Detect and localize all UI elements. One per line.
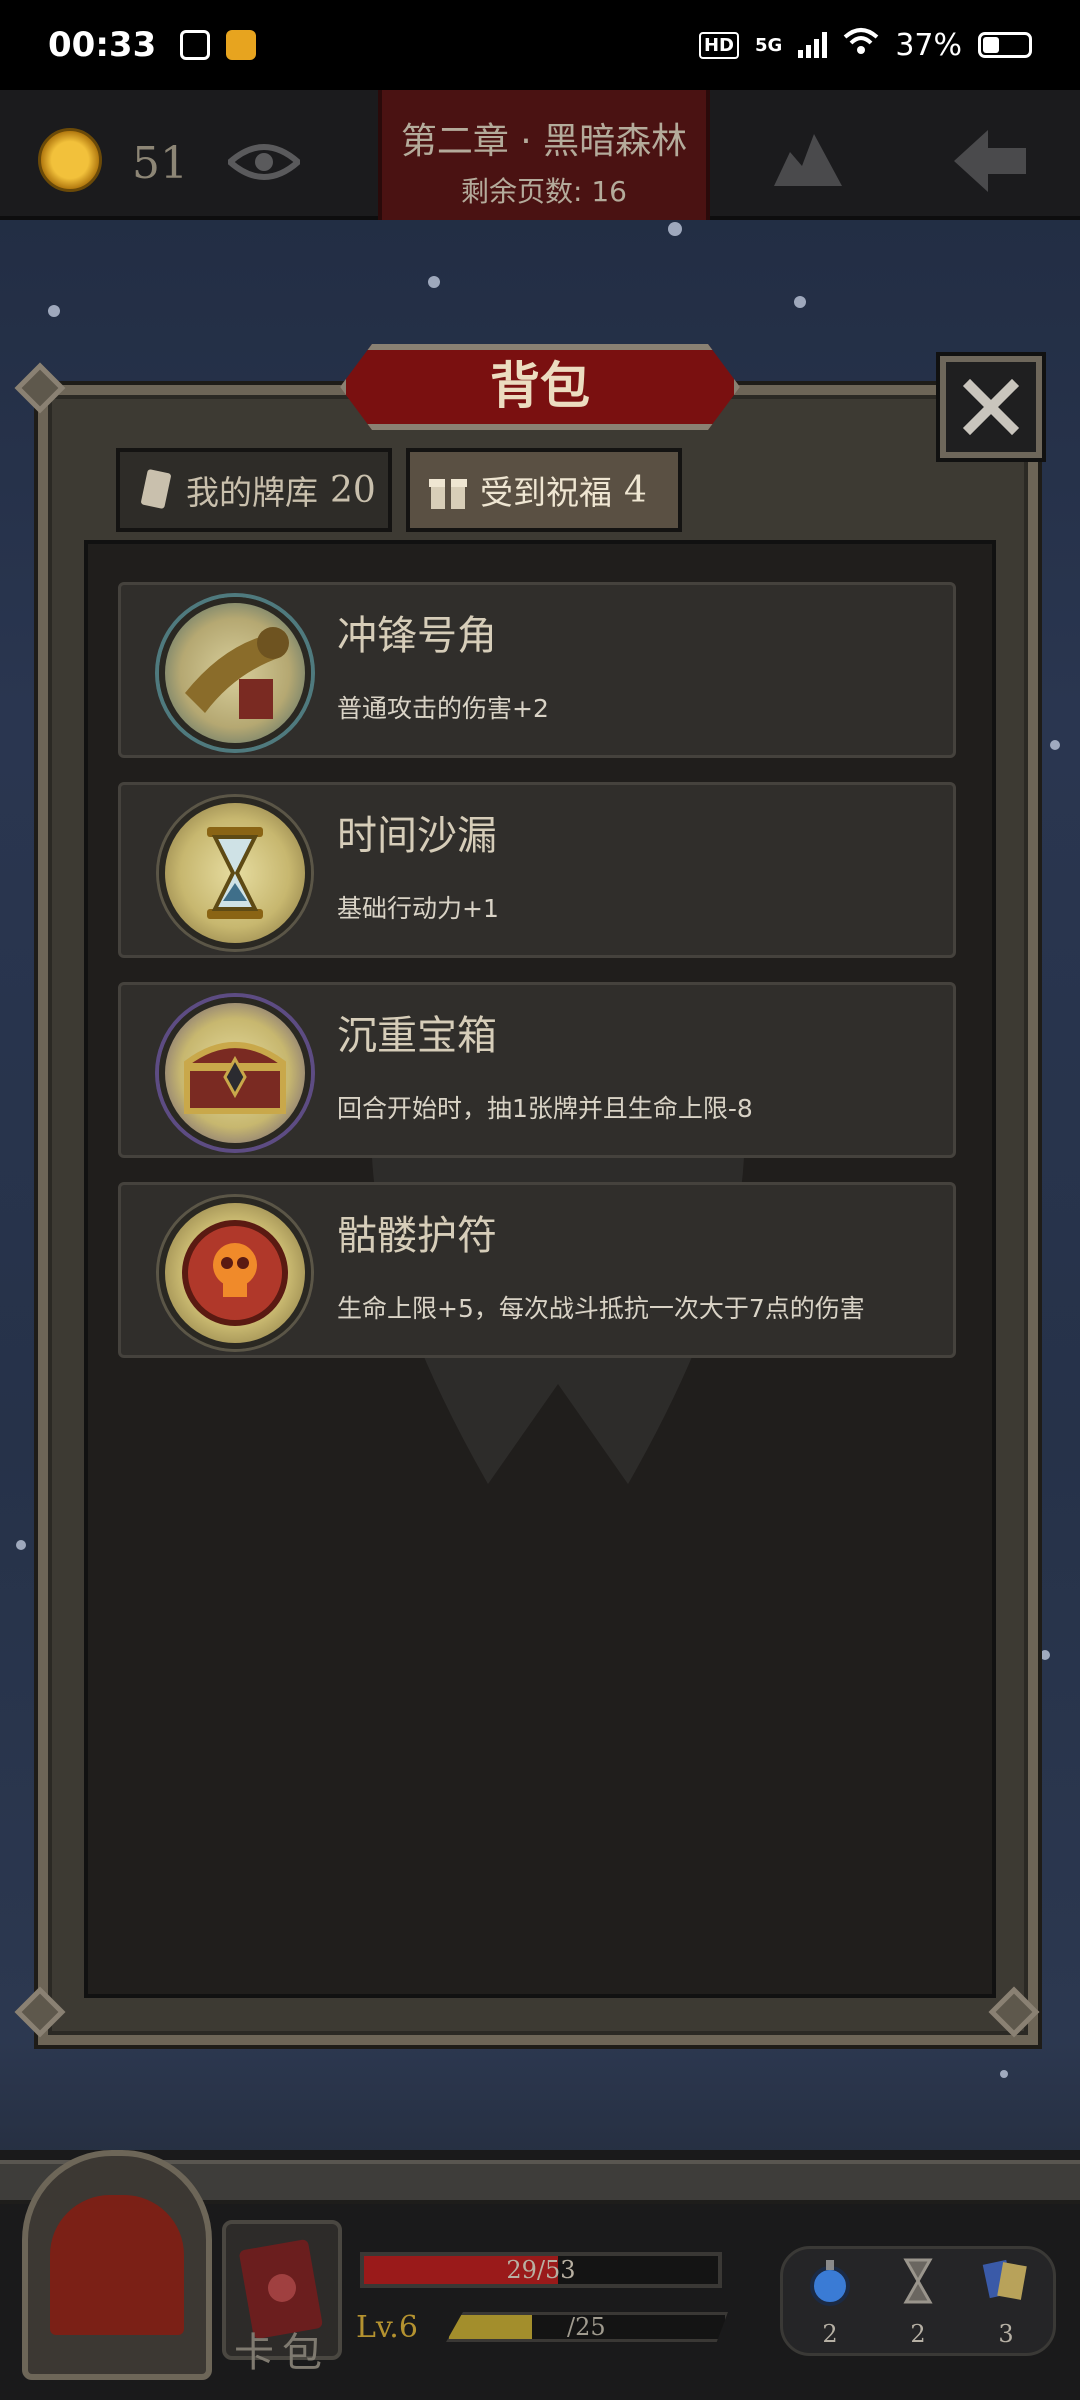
coin-count: 51: [132, 138, 188, 189]
hourglass-icon: [159, 797, 311, 949]
tab-blessings[interactable]: 受到祝福 4: [406, 448, 682, 532]
skull-amulet-icon: [159, 1197, 311, 1349]
resource-count: 2: [910, 2320, 926, 2348]
coin-icon: [38, 128, 102, 192]
signal-icon: [798, 32, 828, 58]
tab-count: 20: [330, 469, 376, 511]
blessing-item[interactable]: 时间沙漏 基础行动力+1: [118, 782, 956, 958]
wifi-icon: [843, 27, 879, 63]
xp-fill: [449, 2315, 532, 2339]
clock: 00:33: [48, 25, 157, 65]
chapter-banner: 第二章 · 黑暗森林 剩余页数: 16: [378, 90, 710, 220]
resource-cards[interactable]: 3: [976, 2256, 1036, 2348]
card-icon: [141, 469, 171, 509]
app-notification-icon: [226, 30, 257, 60]
blessing-item[interactable]: 冲锋号角 普通攻击的伤害+2: [118, 582, 956, 758]
chest-icon: [159, 997, 311, 1149]
item-description: 生命上限+5，每次战斗抵抗一次大于7点的伤害: [337, 1294, 865, 1323]
battery-icon: [978, 32, 1032, 58]
tab-label: 受到祝福: [480, 473, 612, 512]
cards-icon: [982, 2259, 1027, 2300]
eye-icon[interactable]: [228, 140, 300, 184]
chapter-title: 第二章 · 黑暗森林: [400, 121, 688, 162]
item-name: 骷髅护符: [337, 1213, 497, 1259]
system-status-bar: 00:33 HD 5G 37%: [0, 0, 1080, 90]
item-name: 时间沙漏: [337, 813, 497, 859]
resource-potion[interactable]: 2: [800, 2256, 860, 2348]
resource-hourglass[interactable]: 2: [888, 2256, 948, 2348]
level-label: Lv.6: [356, 2310, 418, 2345]
xp-bar: /25: [446, 2312, 728, 2342]
resource-count: 2: [822, 2320, 838, 2348]
hd-badge: HD: [698, 31, 739, 59]
deck-label: 卡包: [234, 2330, 330, 2376]
item-description: 基础行动力+1: [337, 894, 499, 923]
back-arrow-icon[interactable]: [950, 126, 1030, 196]
item-name: 沉重宝箱: [337, 1013, 497, 1059]
gift-icon: [429, 479, 467, 509]
tab-my-deck[interactable]: 我的牌库 20: [116, 448, 392, 532]
hp-text: 29/53: [506, 2256, 576, 2284]
bilibili-icon: [180, 30, 211, 60]
game-top-bar: 51 第二章 · 黑暗森林 剩余页数: 16: [0, 90, 1080, 220]
network-type: 5G: [755, 34, 783, 56]
hero-avatar: [50, 2195, 184, 2335]
map-icon[interactable]: [770, 126, 846, 192]
panel-title: 背包: [340, 344, 740, 430]
item-description: 回合开始时，抽1张牌并且生命上限-8: [337, 1094, 753, 1123]
item-name: 冲锋号角: [337, 613, 497, 659]
close-icon: [962, 378, 1020, 436]
hp-bar: 29/53: [360, 2252, 722, 2288]
pages-remaining: 剩余页数: 16: [461, 175, 627, 208]
blessing-item[interactable]: 沉重宝箱 回合开始时，抽1张牌并且生命上限-8: [118, 982, 956, 1158]
xp-text: /25: [567, 2313, 606, 2341]
potion-icon: [810, 2260, 850, 2306]
horn-icon: [159, 597, 311, 749]
hourglass-icon: [903, 2258, 933, 2304]
battery-percent: 37%: [895, 27, 962, 63]
blessing-item[interactable]: 骷髅护符 生命上限+5，每次战斗抵抗一次大于7点的伤害: [118, 1182, 956, 1358]
tab-count: 4: [624, 469, 647, 511]
tab-label: 我的牌库: [186, 473, 318, 512]
close-button[interactable]: [940, 356, 1042, 458]
resource-count: 3: [998, 2320, 1014, 2348]
item-description: 普通攻击的伤害+2: [337, 694, 549, 723]
